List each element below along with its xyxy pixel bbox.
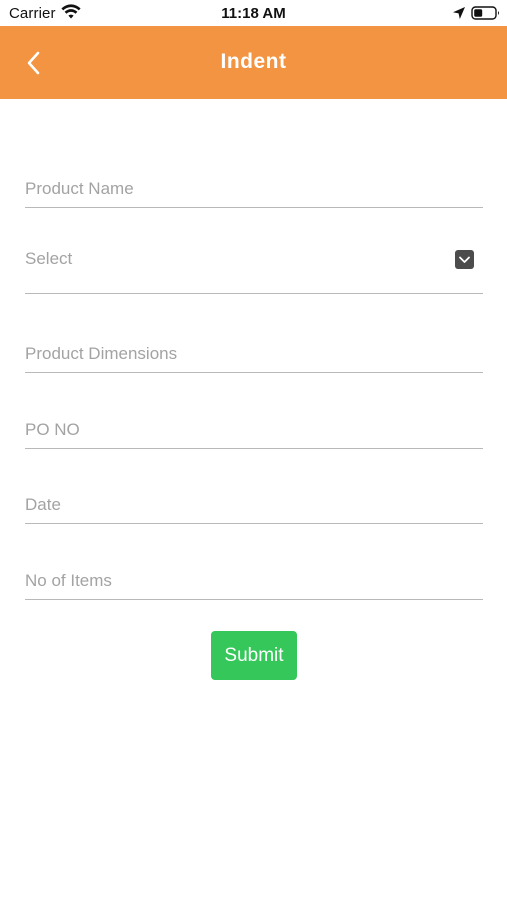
po-no-field <box>25 420 483 449</box>
page-title: Indent <box>220 50 287 73</box>
date-input[interactable] <box>25 495 483 515</box>
select-dropdown[interactable]: Select <box>25 249 483 294</box>
chevron-down-icon <box>455 250 474 269</box>
battery-icon <box>471 6 499 20</box>
date-field <box>25 495 483 524</box>
navigation-bar: Indent <box>0 26 507 99</box>
product-dimensions-input[interactable] <box>25 344 483 364</box>
status-time: 11:18 AM <box>221 5 286 22</box>
product-name-input[interactable] <box>25 179 483 199</box>
status-bar: Carrier 11:18 AM <box>0 0 507 26</box>
no-of-items-input[interactable] <box>25 571 483 591</box>
select-label: Select <box>25 249 73 268</box>
no-of-items-field <box>25 571 483 600</box>
po-no-input[interactable] <box>25 420 483 440</box>
product-dimensions-field <box>25 344 483 373</box>
product-name-field <box>25 179 483 208</box>
submit-button[interactable]: Submit <box>211 631 297 680</box>
location-arrow-icon <box>453 7 465 19</box>
